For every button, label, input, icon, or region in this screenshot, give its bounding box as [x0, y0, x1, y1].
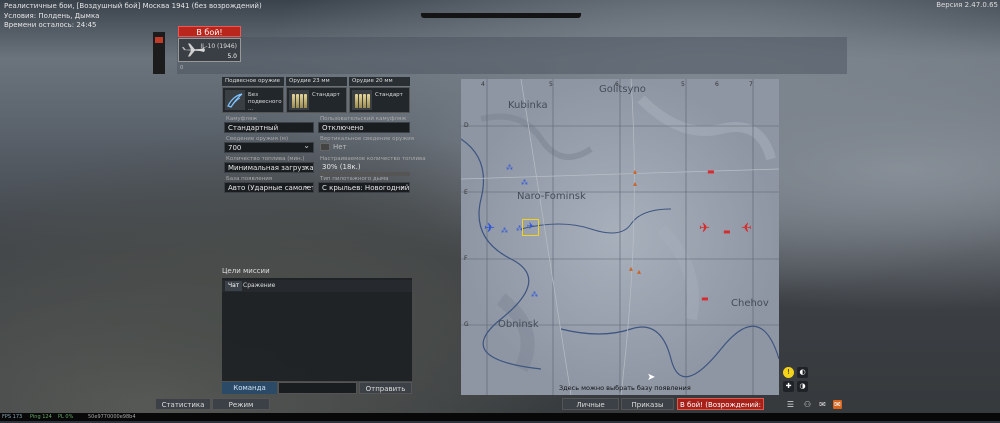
enemy-aircraft-icon: ✈ [699, 221, 710, 236]
gun20-slot[interactable]: Стандарт [349, 87, 410, 113]
map-row-label: F [464, 255, 468, 262]
version-text: Версия 2.47.0.65 [936, 1, 998, 9]
time-left-value: 24:45 [76, 21, 97, 29]
nation-flag-icon [155, 37, 163, 43]
fuel-select[interactable]: Минимальная загрузка [224, 162, 314, 173]
map-col-label: 5 [681, 81, 685, 88]
camouflage-select[interactable]: Стандартный [224, 122, 314, 133]
gun20-belt-label: Стандарт [375, 92, 403, 98]
weapon-preset-icon [225, 90, 245, 110]
friendly-ground-icon: ⁂ [521, 179, 528, 187]
friendly-ground-icon: ⁂ [506, 164, 513, 172]
packet-loss-text: PL 0% [58, 414, 74, 420]
tactical-map[interactable]: 4 5 6 5 6 7 D E F G Kubinka Golitsyno Na… [461, 79, 779, 395]
gun23-slot[interactable]: Стандарт [286, 87, 347, 113]
map-terrain [461, 79, 779, 395]
session-id-text: 50e9770000e98b4 [88, 414, 136, 420]
enemy-ground-icon: ▬ [707, 167, 715, 176]
map-town-label: Kubinka [508, 100, 548, 111]
bottom-bar [0, 397, 1000, 411]
statistics-button[interactable]: Статистика [155, 398, 211, 410]
vehicle-slot-bar [177, 37, 847, 74]
map-col-label: 5 [549, 81, 553, 88]
neutral-target-icon: ▴ [633, 167, 638, 176]
map-filter-icon[interactable]: ◐ [797, 367, 808, 378]
spawn-select[interactable]: Авто (Ударные самолет... [224, 182, 314, 193]
conditions-value: Полдень, Дымка [38, 11, 100, 20]
neutral-target-icon: ▴ [637, 267, 642, 276]
tab-battle[interactable]: Сражение [240, 281, 278, 291]
suspended-weapon-header: Подвесное оружие [222, 77, 284, 86]
suspended-weapon-slot[interactable]: Без подвесного ... [222, 87, 284, 113]
vertical-conv-label: Вертикальное сведение оружия [320, 136, 415, 142]
vehicle-to-battle-button[interactable]: В бой! [178, 26, 241, 37]
custom-fuel-label: Настраиваемое количество топлива [320, 156, 426, 162]
gun23-belt-label: Стандарт [312, 92, 340, 98]
map-col-label: 6 [715, 81, 719, 88]
enemy-ground-icon: ▬ [723, 227, 731, 236]
user-camo-select[interactable]: Отключено [318, 122, 410, 133]
map-row-label: D [464, 122, 469, 129]
friendly-aircraft-icon: ✈ [484, 221, 495, 236]
map-row-label: G [464, 321, 469, 328]
vehicle-name: IL-10 (1946) [200, 43, 237, 50]
vehicle-br: 5.0 [227, 53, 237, 60]
conditions-row: Условия: Полдень, Дымка [4, 11, 100, 20]
suspended-weapon-line1: Без [248, 92, 259, 98]
gun23-header: Орудие 23 мм [286, 77, 347, 86]
slot-counter: 0 [180, 65, 184, 71]
map-row-label: E [464, 189, 468, 196]
spectator-mode-button[interactable]: Режим зрителя [212, 398, 270, 421]
notification-icon[interactable]: ✉ [833, 400, 842, 409]
personal-tasks-button[interactable]: Личные задания [562, 398, 619, 421]
map-zoom-icon[interactable]: ✚ [783, 381, 794, 392]
map-layer-icon[interactable]: ◑ [797, 381, 808, 392]
map-col-label: 4 [481, 81, 485, 88]
squad-icon[interactable]: ⚇ [803, 400, 812, 409]
friendly-ground-icon: ⁂ [501, 227, 508, 235]
map-spawn-hint: Здесь можно выбрать базу появления [559, 384, 691, 392]
ammo-belt-icon [289, 90, 309, 110]
list-icon[interactable]: ☰ [786, 400, 795, 409]
game-mode-text: Реалистичные бои, [Воздушный бой] Москва… [4, 2, 262, 10]
vehicle-card[interactable]: IL-10 (1946) 5.0 [178, 38, 241, 62]
friendly-ground-icon: ⁂ [531, 291, 538, 299]
chat-icon[interactable]: ✉ [818, 400, 827, 409]
mouse-cursor-icon: ➤ [647, 372, 656, 383]
top-center-bar [421, 13, 581, 18]
chat-panel [222, 278, 412, 381]
map-town-label: Obninsk [498, 319, 539, 330]
ammo-belt-icon [352, 90, 372, 110]
mission-objectives-title: Цели миссии [222, 267, 270, 275]
enemy-aircraft-icon: ✈ [741, 221, 752, 236]
chat-send-button[interactable]: Отправить [359, 382, 412, 394]
vertical-conv-toggle[interactable] [320, 143, 330, 151]
chat-input[interactable] [278, 382, 357, 394]
map-town-label: Naro-Fominsk [517, 191, 586, 202]
map-town-label: Golitsyno [599, 84, 646, 95]
convergence-select[interactable]: 700 [224, 142, 314, 153]
enemy-ground-icon: ▬ [701, 294, 709, 303]
suspended-weapon-line2: подвесного ... [248, 99, 282, 112]
custom-fuel-value: 30% (18к.) [322, 163, 361, 171]
chat-command-button[interactable]: Команда [222, 382, 277, 394]
gun20-header: Орудие 20 мм [349, 77, 410, 86]
smoke-select[interactable]: С крыльев: Новогодний [318, 182, 410, 193]
info-icon[interactable]: ! [783, 367, 794, 378]
neutral-target-icon: ▴ [633, 179, 638, 188]
selected-spawn-marker[interactable]: ✈ [522, 219, 539, 236]
status-bar: FPS 173 Ping 124 PL 0% 50e9770000e98b4 [0, 413, 1000, 421]
fps-text: FPS 173 [2, 414, 23, 420]
map-col-label: 7 [749, 81, 753, 88]
map-town-label: Chehov [731, 298, 769, 309]
neutral-target-icon: ▴ [629, 264, 634, 273]
orders-button[interactable]: Приказы [621, 398, 674, 410]
ping-text: Ping 124 [30, 414, 52, 420]
to-battle-button[interactable]: В бой! (Возрождений: 1) [677, 398, 764, 421]
vertical-conv-value: Нет [333, 143, 347, 151]
